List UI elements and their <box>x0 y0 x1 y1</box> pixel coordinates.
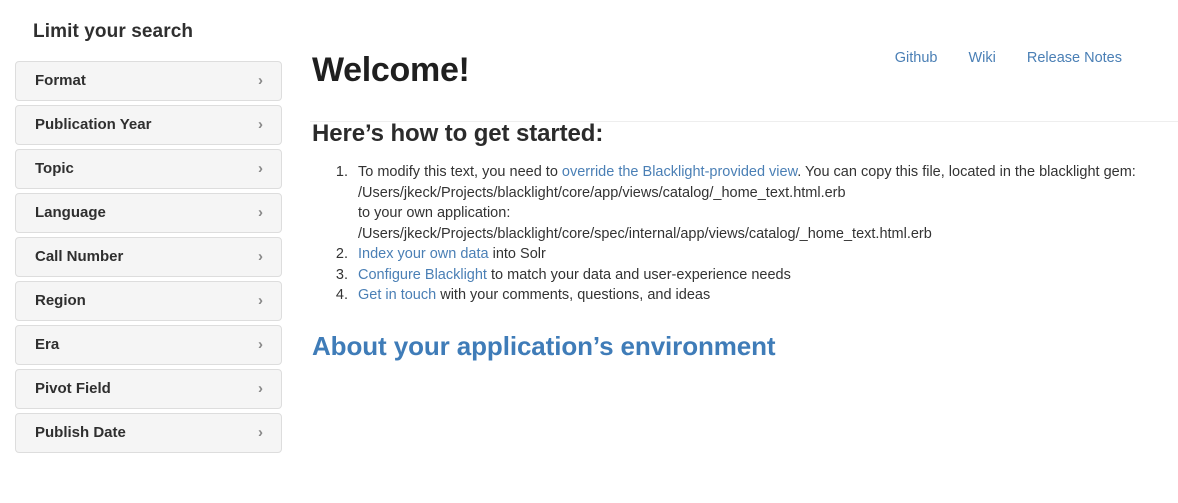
facet-item-publication-year[interactable]: Publication Year › <box>15 105 282 145</box>
chevron-right-icon: › <box>258 160 263 177</box>
facet-list: Format › Publication Year › Topic › Lang… <box>0 61 296 453</box>
facet-label: Pivot Field <box>35 380 111 397</box>
gem-file-path: /Users/jkeck/Projects/blacklight/core/ap… <box>358 184 846 201</box>
home-page: Limit your search Format › Publication Y… <box>0 0 1178 503</box>
facet-item-call-number[interactable]: Call Number › <box>15 237 282 277</box>
chevron-right-icon: › <box>258 292 263 309</box>
step-two-text-after: into Solr <box>488 246 546 262</box>
main-content: Github Wiki Release Notes Welcome! Here’… <box>310 0 1178 362</box>
facet-item-era[interactable]: Era › <box>15 325 282 365</box>
step-four-text-after: with your comments, questions, and ideas <box>436 287 711 303</box>
link-release-notes[interactable]: Release Notes <box>1027 50 1122 66</box>
header-divider <box>310 121 1178 122</box>
list-item-modify-text: To modify this text, you need to overrid… <box>352 162 1178 244</box>
facet-label: Call Number <box>35 248 124 265</box>
app-file-path: /Users/jkeck/Projects/blacklight/core/sp… <box>358 225 932 242</box>
step-three-text-after: to match your data and user-experience n… <box>486 266 791 283</box>
getting-started-list: To modify this text, you need to overrid… <box>310 162 1178 306</box>
step-one-text-after: . You can copy this file, located in the… <box>797 164 1136 180</box>
top-nav-links: Github Wiki Release Notes <box>895 50 1122 66</box>
facet-label: Topic <box>35 160 74 177</box>
getting-started-heading: Here’s how to get started: <box>312 120 604 147</box>
page-title: Welcome! <box>312 51 470 89</box>
chevron-right-icon: › <box>258 248 263 265</box>
link-configure-blacklight[interactable]: Configure Blacklight <box>358 267 487 283</box>
link-wiki[interactable]: Wiki <box>969 50 996 66</box>
facet-item-pivot-field[interactable]: Pivot Field › <box>15 369 282 409</box>
about-environment-heading: About your application’s environment <box>310 306 1178 362</box>
facet-item-format[interactable]: Format › <box>15 61 282 101</box>
chevron-right-icon: › <box>258 72 263 89</box>
chevron-right-icon: › <box>258 380 263 397</box>
facet-label: Publish Date <box>35 424 126 441</box>
step-one-first-line: To modify this text, you need to overrid… <box>358 162 1178 183</box>
app-path-intro: to your own application: <box>358 205 511 221</box>
list-item-configure-blacklight: Configure Blacklight to match your data … <box>352 265 1178 286</box>
facet-label: Language <box>35 204 106 221</box>
link-about-application-environment[interactable]: About your application’s environment <box>312 331 776 361</box>
link-github[interactable]: Github <box>895 50 938 66</box>
facet-label: Region <box>35 292 86 309</box>
link-index-your-own-data[interactable]: Index your own data <box>358 246 489 262</box>
facet-label: Publication Year <box>35 116 152 133</box>
link-override-blacklight-view[interactable]: override the Blacklight-provided view <box>562 164 797 180</box>
facet-item-publish-date[interactable]: Publish Date › <box>15 413 282 453</box>
list-item-index-data: Index your own data into Solr <box>352 244 1178 265</box>
chevron-right-icon: › <box>258 336 263 353</box>
chevron-right-icon: › <box>258 204 263 221</box>
step-one-text-before: To modify this text, you need to <box>358 164 562 180</box>
facet-label: Format <box>35 72 86 89</box>
facet-item-language[interactable]: Language › <box>15 193 282 233</box>
sidebar-title: Limit your search <box>33 21 194 42</box>
facet-item-topic[interactable]: Topic › <box>15 149 282 189</box>
list-item-get-in-touch: Get in touch with your comments, questio… <box>352 285 1178 306</box>
link-get-in-touch[interactable]: Get in touch <box>358 287 436 303</box>
facet-label: Era <box>35 336 60 353</box>
chevron-right-icon: › <box>258 116 263 133</box>
chevron-right-icon: › <box>258 424 263 441</box>
facet-item-region[interactable]: Region › <box>15 281 282 321</box>
facet-sidebar: Limit your search Format › Publication Y… <box>0 0 296 457</box>
